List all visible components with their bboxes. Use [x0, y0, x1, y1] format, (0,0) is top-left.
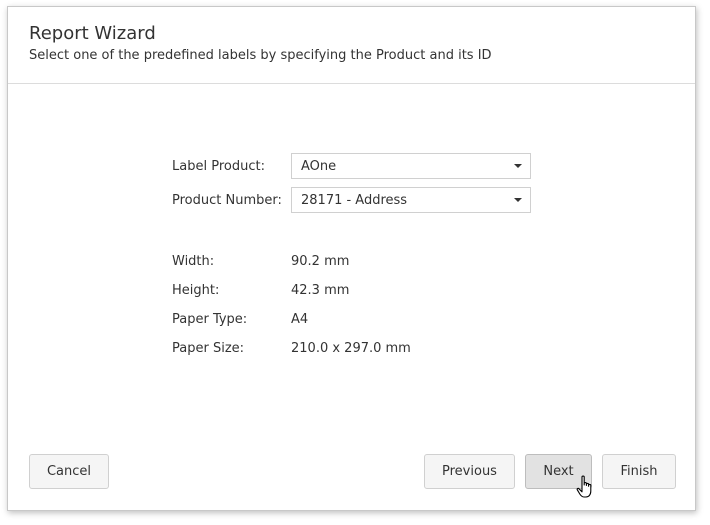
height-label: Height: [172, 283, 220, 298]
width-value: 90.2 mm [291, 254, 350, 269]
chevron-down-icon [514, 164, 522, 168]
page-subtitle: Select one of the predefined labels by s… [29, 48, 492, 63]
wizard-header: Report Wizard Select one of the predefin… [8, 7, 695, 84]
product-number-label: Product Number: [172, 193, 282, 208]
paper-size-label: Paper Size: [172, 341, 245, 356]
height-value: 42.3 mm [291, 283, 350, 298]
cancel-button[interactable]: Cancel [29, 454, 109, 489]
previous-button[interactable]: Previous [424, 454, 515, 489]
chevron-down-icon [514, 198, 522, 202]
paper-type-value: A4 [291, 312, 309, 327]
report-wizard-dialog: Report Wizard Select one of the predefin… [7, 6, 696, 511]
label-product-label: Label Product: [172, 159, 265, 174]
paper-type-label: Paper Type: [172, 312, 248, 327]
finish-button[interactable]: Finish [602, 454, 676, 489]
label-product-value: AOne [301, 159, 337, 174]
hand-pointer-icon [576, 475, 592, 498]
product-number-select[interactable]: 28171 - Address [291, 187, 531, 213]
product-number-value: 28171 - Address [301, 193, 408, 208]
paper-size-value: 210.0 x 297.0 mm [291, 341, 411, 356]
label-product-select[interactable]: AOne [291, 153, 531, 179]
page-title: Report Wizard [29, 23, 156, 44]
width-label: Width: [172, 254, 215, 269]
